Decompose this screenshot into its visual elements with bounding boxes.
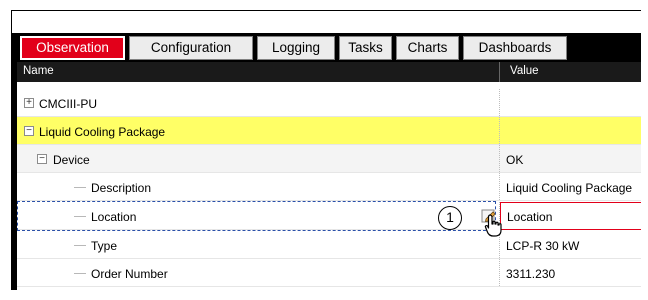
row-value: OK [506,153,524,167]
tree-connector [74,216,86,217]
tree-row-description[interactable]: Description Liquid Cooling Package [17,173,641,201]
cell-divider [499,89,500,116]
row-name: Order Number [91,267,168,281]
tree-row-cmciii-pu[interactable]: + CMCIII-PU [17,89,641,117]
tab-tasks[interactable]: Tasks [339,36,392,60]
column-header-value[interactable]: Value [510,65,539,77]
collapse-icon[interactable]: − [37,154,47,164]
cell-divider [499,259,500,286]
expand-icon[interactable]: + [24,98,34,108]
tree-row-type[interactable]: Type LCP-R 30 kW [17,231,641,259]
row-name: Liquid Cooling Package [39,125,166,139]
tree-connector [74,273,86,274]
column-header-name[interactable]: Name [23,65,54,77]
tab-observation[interactable]: Observation [20,36,125,60]
location-value-text: Location [507,210,553,224]
row-value: Liquid Cooling Package [506,181,633,195]
row-value: 3311.230 [506,267,556,281]
column-divider[interactable] [499,62,500,82]
hand-pointer-icon [484,214,502,237]
tree-connector [74,245,86,246]
tree-row-order-number[interactable]: Order Number 3311.230 [17,259,641,287]
tree-connector [74,187,86,188]
tab-dashboards[interactable]: Dashboards [463,36,567,60]
row-name: CMCIII-PU [39,97,97,111]
callout-badge: 1 [438,206,462,230]
tab-bar: Observation Configuration Logging Tasks … [17,33,641,62]
row-name: Type [91,239,118,253]
collapse-icon[interactable]: − [24,126,34,136]
tab-charts[interactable]: Charts [396,36,459,60]
cell-divider [499,173,500,200]
tree-table-header: Name Value [17,62,641,82]
row-name: Description [91,181,152,195]
tree-row-device[interactable]: − Device OK [17,145,641,173]
tab-logging[interactable]: Logging [257,36,335,60]
row-value: LCP-R 30 kW [506,239,580,253]
row-name: Location [91,210,137,224]
cell-divider [499,117,500,144]
tab-configuration[interactable]: Configuration [129,36,253,60]
location-value-field[interactable]: Location [500,202,641,230]
row-name: Device [53,153,90,167]
tree-row-liquid-cooling-package[interactable]: − Liquid Cooling Package [17,117,641,145]
cell-divider [499,145,500,172]
